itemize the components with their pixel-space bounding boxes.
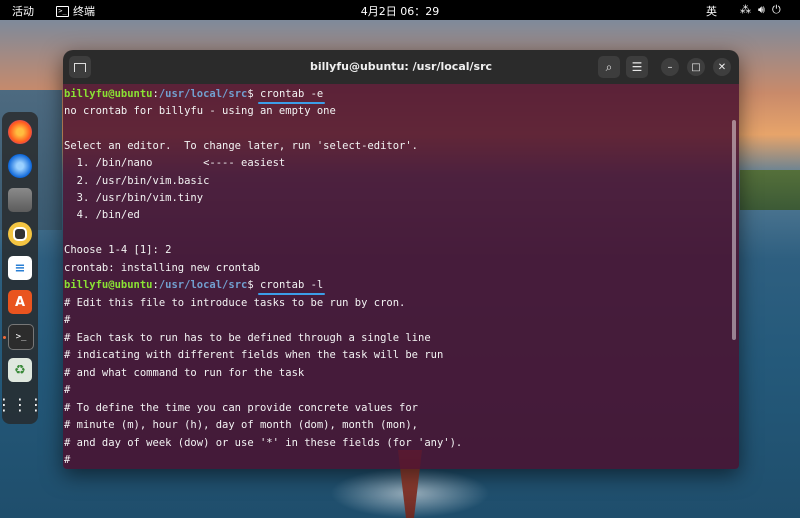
prompt-line: billyfu@ubuntu:/usr/local/src$ crontab -… [64,88,324,100]
command-text: crontab -l [260,279,324,291]
dock: ≡ A >_ ♻ ⋮⋮⋮ [0,112,44,424]
firefox-icon[interactable] [8,120,32,144]
top-bar: 活动 >_ 终端 4月2日 06：29 英 ⁂ 🔊︎ ⏻ [0,0,800,20]
crontab-line: # minute (m), hour (h), day of month (do… [64,419,419,431]
writer-icon[interactable]: ≡ [8,256,32,280]
output-line: crontab: installing new crontab [64,262,260,274]
output-line: Select an editor. To change later, run '… [64,140,419,152]
scrollbar[interactable] [732,120,736,340]
output-line: 1. /bin/nano <---- easiest [64,157,286,169]
output-line: 4. /bin/ed [64,209,140,221]
output-line: Choose 1-4 [1]: 2 [64,244,172,256]
terminal-output[interactable]: billyfu@ubuntu:/usr/local/src$ crontab -… [63,84,739,469]
minimize-button[interactable]: – [661,58,679,76]
software-icon[interactable]: A [8,290,32,314]
prompt-line: billyfu@ubuntu:/usr/local/src$ crontab -… [64,279,324,291]
crontab-line: # Each task to run has to be defined thr… [64,332,431,344]
crontab-line: # [64,314,71,326]
title-bar[interactable]: billyfu@ubuntu: /usr/local/src ⌕ ☰ – □ ✕ [63,50,739,84]
terminal-icon: >_ [56,5,69,17]
crontab-line: # [64,384,71,396]
output-line: no crontab for billyfu - using an empty … [64,105,336,117]
rhythmbox-icon[interactable] [8,222,32,246]
minimize-icon: – [667,61,673,73]
maximize-button[interactable]: □ [687,58,705,76]
maximize-icon: □ [691,61,701,73]
crontab-line: # To define the time you can provide con… [64,402,419,414]
search-button[interactable]: ⌕ [598,56,620,78]
app-menu-label: 终端 [73,5,95,18]
volume-icon: 🔊︎ [758,3,765,16]
prompt-path: /usr/local/src [158,88,248,100]
command-text: crontab -e [260,88,324,100]
crontab-line: # and day of week (dow) or use '*' in th… [64,437,463,449]
thunderbird-icon[interactable] [8,154,32,178]
power-icon: ⏻ [771,3,781,16]
crontab-line: # indicating with different fields when … [64,349,444,361]
prompt-path: /usr/local/src [158,279,248,291]
output-line: 2. /usr/bin/vim.basic [64,175,210,187]
show-apps-icon[interactable]: ⋮⋮⋮ [0,392,44,416]
close-button[interactable]: ✕ [713,58,731,76]
terminal-window: billyfu@ubuntu: /usr/local/src ⌕ ☰ – □ ✕… [63,50,739,469]
menu-button[interactable]: ☰ [626,56,648,78]
crontab-line: # and what command to run for the task [64,367,305,379]
crontab-line: # Edit this file to introduce tasks to b… [64,297,406,309]
system-tray[interactable]: ⁂ 🔊︎ ⏻ [740,3,781,17]
network-icon: ⁂ [740,3,751,16]
hamburger-icon: ☰ [631,60,643,74]
wallpaper-coast [740,170,800,210]
terminal-dock-icon[interactable]: >_ [8,324,34,350]
crontab-line: # [64,454,71,466]
trash-icon[interactable]: ♻ [8,358,32,382]
files-icon[interactable] [8,188,32,212]
app-menu[interactable]: >_ 终端 [56,3,95,19]
prompt-user: billyfu@ubuntu [64,279,153,291]
prompt-user: billyfu@ubuntu [64,88,153,100]
output-line: 3. /usr/bin/vim.tiny [64,192,204,204]
close-icon: ✕ [717,61,727,73]
input-method-indicator[interactable]: 英 [706,3,717,19]
clock[interactable]: 4月2日 06：29 [361,5,440,18]
active-indicator [3,336,6,339]
activities-button[interactable]: 活动 [12,3,34,19]
search-icon: ⌕ [605,59,613,74]
